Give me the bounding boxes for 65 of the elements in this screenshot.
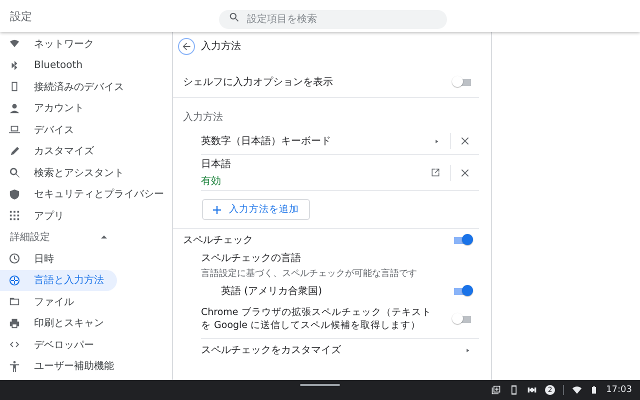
home-handle[interactable]	[300, 384, 340, 386]
caret-icon	[101, 234, 107, 240]
grid-icon	[9, 210, 20, 222]
sidebar-item[interactable]: Bluetooth	[0, 54, 170, 76]
battery-icon[interactable]	[590, 385, 598, 395]
sidebar-item[interactable]: 言語と入力方法	[0, 270, 117, 291]
app-title: 設定	[10, 8, 32, 24]
sidebar-item[interactable]: デバイス	[0, 119, 170, 140]
bluetooth-icon	[9, 60, 20, 71]
search-icon	[229, 12, 239, 22]
advanced-section-toggle[interactable]: 詳細設定	[0, 226, 117, 248]
setting-label: スペルチェックの言語	[201, 252, 302, 265]
input-method-status: 有効	[201, 174, 222, 188]
phone-icon	[9, 81, 20, 92]
person-icon	[9, 360, 20, 372]
external-link-icon[interactable]	[431, 168, 440, 177]
arrow-right-icon	[464, 346, 471, 354]
setting-label: シェルフに入力オプションを表示	[183, 76, 333, 89]
clock-time[interactable]: 17:03	[606, 385, 632, 395]
add-input-method-button[interactable]: 入力方法を追加	[202, 199, 310, 220]
plus-icon	[213, 206, 221, 214]
arrow-right-icon[interactable]	[433, 138, 440, 144]
close-icon[interactable]	[461, 137, 469, 145]
sidebar-item[interactable]: 印刷とスキャン	[0, 312, 170, 334]
setting-label: Chrome ブラウザの拡張スペルチェック（テキストを Google に送信してスペル候補を取得します）	[201, 306, 432, 332]
clock-icon	[9, 253, 20, 264]
toggle-switch[interactable]	[451, 233, 474, 247]
back-button[interactable]	[178, 38, 195, 54]
wifi-icon	[9, 38, 20, 50]
clipboard-icon[interactable]	[491, 385, 502, 395]
input-method-name: 日本語	[201, 158, 232, 171]
sidebar-item[interactable]: セキュリティとプライバシー	[0, 184, 170, 205]
phone-icon[interactable]	[509, 385, 520, 395]
toggle-switch[interactable]	[451, 284, 474, 298]
page-title: 入力方法	[201, 40, 241, 53]
sidebar-item[interactable]: カスタマイズ	[0, 140, 170, 162]
customize-spellcheck-link[interactable]: スペルチェックをカスタマイズ	[201, 339, 479, 361]
toggle-switch[interactable]	[451, 75, 474, 89]
section-heading: 入力方法	[182, 110, 224, 125]
setting-description: 言語設定に基づく、スペルチェックが可能な言語です	[201, 268, 418, 280]
laptop-icon	[9, 124, 20, 136]
person-icon	[9, 102, 20, 114]
search-field[interactable]: 設定項目を検索	[219, 10, 447, 29]
folder-icon	[9, 296, 20, 308]
wifi-icon[interactable]	[572, 385, 582, 395]
sidebar-item[interactable]: デベロッパー	[0, 334, 170, 356]
sidebar-item[interactable]: 接続済みのデバイス	[0, 76, 170, 98]
back-arrow-icon	[182, 42, 191, 50]
sidebar-item[interactable]: 日時	[0, 248, 170, 270]
globe-icon	[9, 274, 20, 286]
sidebar-item[interactable]: ユーザー補助機能	[0, 356, 170, 377]
sidebar-item[interactable]: アプリ	[0, 205, 170, 226]
shield-icon	[9, 188, 20, 200]
input-method-name: 英数字（日本語）キーボード	[201, 134, 332, 148]
search-icon	[9, 167, 20, 178]
sidebar-item[interactable]: アカウント	[0, 98, 170, 119]
toggle-switch[interactable]	[451, 312, 474, 326]
pen-icon	[9, 146, 20, 157]
printer-icon	[9, 318, 20, 329]
setting-label: スペルチェック	[183, 234, 253, 247]
sidebar-item[interactable]: ファイル	[0, 291, 170, 312]
language-label: 英語 (アメリカ合衆国)	[221, 284, 322, 298]
sidebar-item[interactable]: 検索とアシスタント	[0, 162, 170, 184]
sidebar-item[interactable]: ネットワーク	[0, 33, 170, 54]
close-icon[interactable]	[461, 168, 469, 176]
